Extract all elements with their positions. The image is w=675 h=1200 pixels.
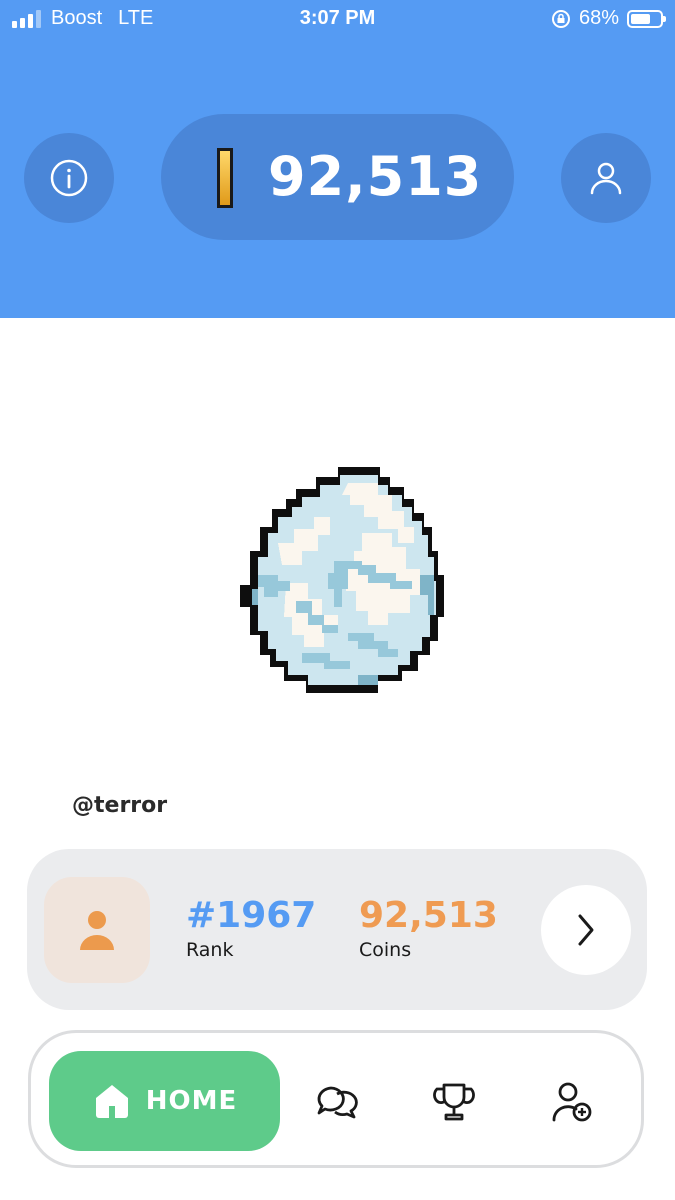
nav-home-button[interactable]: HOME <box>49 1051 280 1151</box>
battery-icon <box>627 9 666 28</box>
chat-icon <box>317 1086 358 1119</box>
pixel-egg-image[interactable] <box>238 465 448 697</box>
nav-leaderboard-button[interactable] <box>430 1078 478 1126</box>
rank-label: Rank <box>186 939 234 961</box>
nav-chat-button[interactable] <box>313 1078 361 1126</box>
nav-add-friend-button[interactable] <box>548 1078 596 1126</box>
trophy-icon <box>433 1083 475 1121</box>
status-right: 68% <box>551 7 666 30</box>
info-button[interactable] <box>24 133 114 223</box>
profile-button[interactable] <box>561 133 651 223</box>
chevron-right-icon <box>578 914 594 946</box>
user-icon <box>590 162 622 195</box>
rank-value: #1967 <box>186 895 317 936</box>
username: @terror <box>72 793 168 818</box>
coins-value: 92,513 <box>359 895 498 936</box>
coins-label: Coins <box>359 939 412 961</box>
add-friend-icon <box>552 1082 592 1122</box>
person-icon <box>80 911 114 950</box>
coin-icon <box>217 148 233 208</box>
status-bar: Boost LTE 3:07 PM 68% <box>0 0 675 38</box>
coin-balance: 92,513 <box>268 145 483 208</box>
home-icon <box>95 1085 128 1118</box>
stats-next-button[interactable] <box>541 885 631 975</box>
avatar[interactable] <box>44 877 150 983</box>
nav-home-label: HOME <box>145 1086 238 1116</box>
battery-percent: 68% <box>578 7 619 29</box>
info-icon <box>50 159 88 197</box>
orientation-lock-icon <box>551 9 570 28</box>
